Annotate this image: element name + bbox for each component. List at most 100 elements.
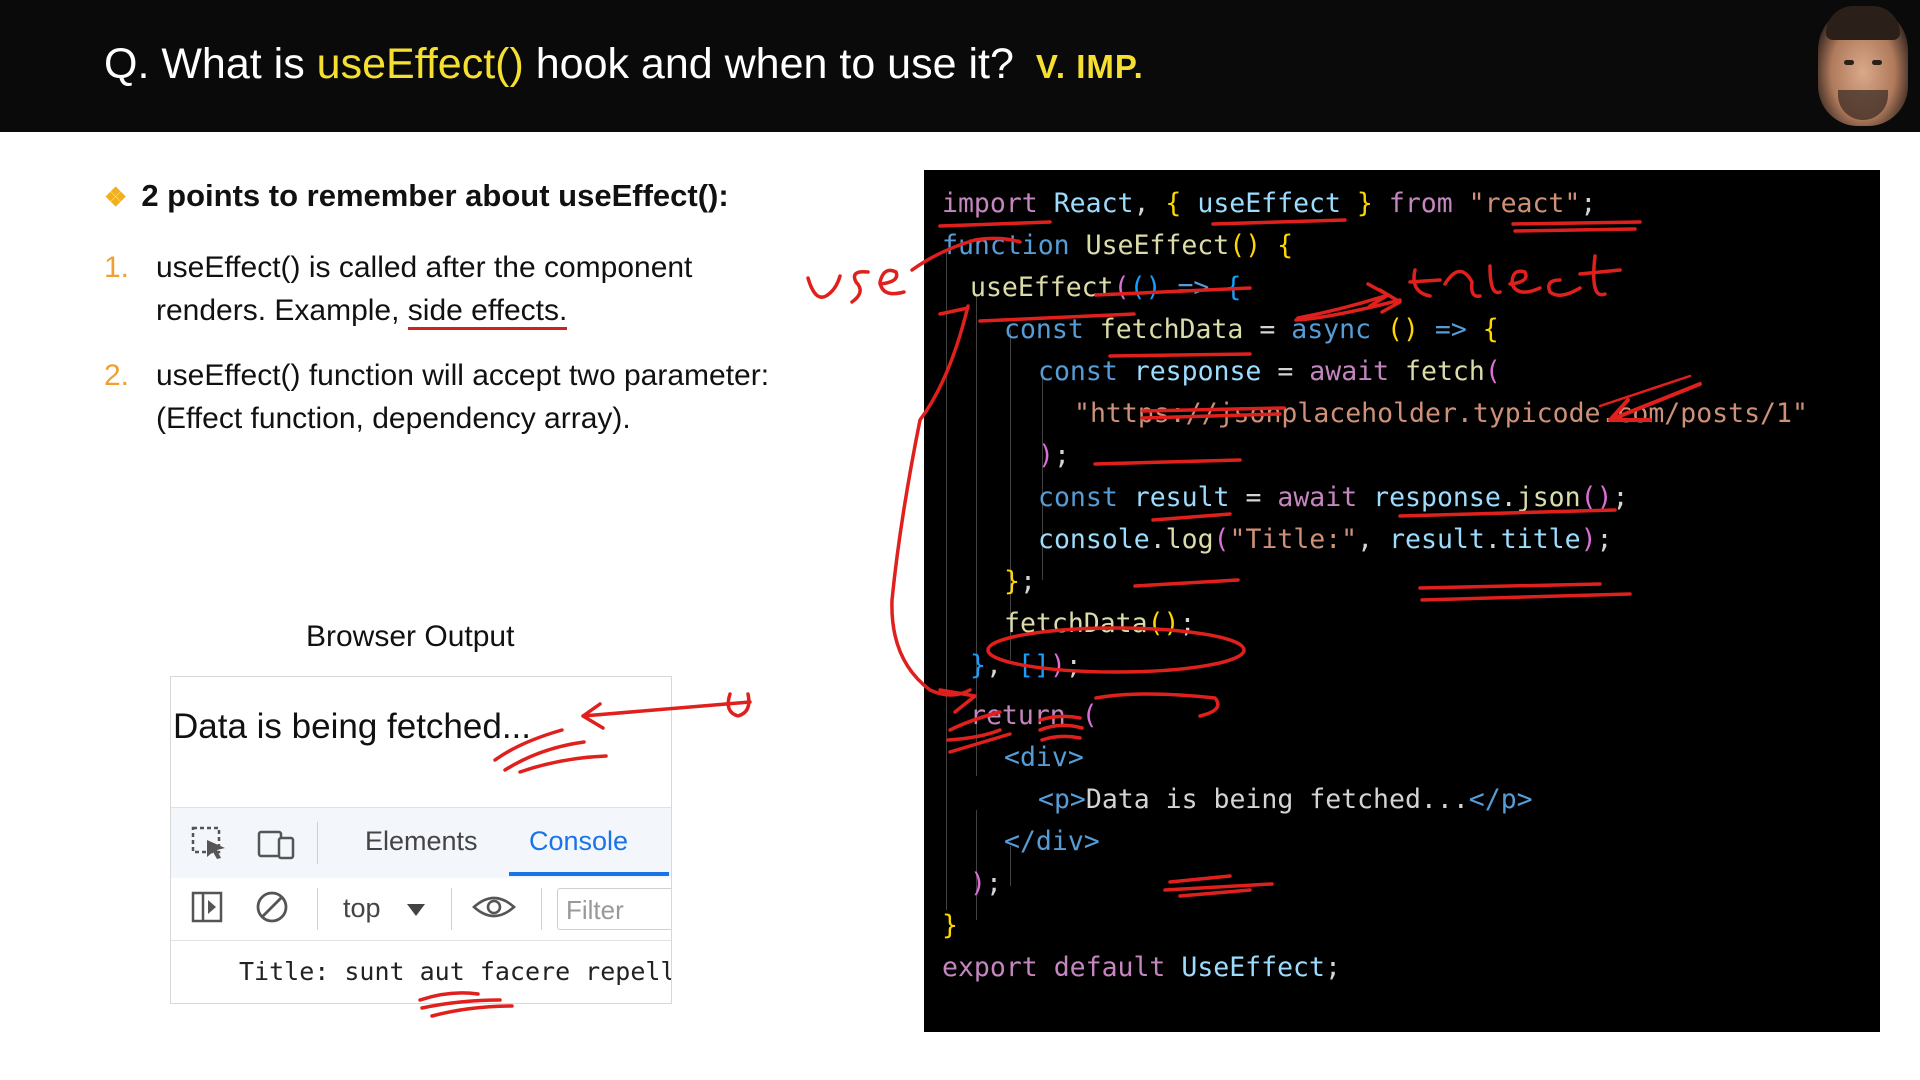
brace: { (1277, 230, 1294, 261)
point-text-underlined: side effects. (407, 294, 568, 330)
paren: ) (1038, 440, 1054, 471)
paren: ( (1213, 524, 1230, 555)
code-line-12: }, []); (970, 650, 1082, 681)
paren: ) (1049, 650, 1066, 681)
brace: } (1004, 566, 1020, 597)
punct: ; (1179, 608, 1196, 639)
console-toolbar: top Filter (171, 878, 671, 941)
rendered-page-text: Data is being fetched... (173, 707, 531, 746)
filter-input[interactable]: Filter (557, 888, 671, 930)
ident-response: response (1373, 482, 1501, 513)
fn-fetch: fetch (1405, 356, 1485, 387)
chevron-down-icon[interactable] (407, 904, 425, 916)
importance-badge: V. IMP. (1035, 48, 1144, 85)
code-line-3: useEffect(() => { (970, 272, 1241, 303)
indent-guide (976, 810, 977, 920)
inspect-element-icon[interactable] (191, 826, 229, 860)
parens: () (1580, 482, 1613, 513)
punct: , (1357, 524, 1374, 555)
punct: . (1149, 524, 1166, 555)
paren: ( (1081, 700, 1098, 731)
slide-title: Q. What is useEffect() hook and when to … (104, 40, 1144, 89)
browser-output-caption: Browser Output (306, 620, 515, 653)
arrow: => (1177, 272, 1210, 303)
active-tab-indicator (509, 872, 669, 876)
punct: ; (1019, 566, 1036, 597)
paren: ) (970, 868, 986, 899)
eye-icon[interactable] (471, 890, 517, 924)
diamond-bullet-icon: ❖ (104, 182, 128, 212)
code-line-17: ); (970, 868, 1002, 899)
title-prefix: Q. What is (104, 40, 317, 88)
slide-header: Q. What is useEffect() hook and when to … (0, 0, 1920, 132)
device-toggle-icon[interactable] (257, 826, 295, 860)
arrow: => (1434, 314, 1467, 345)
punct: ; (1324, 952, 1341, 983)
sidebar-toggle-icon[interactable] (189, 890, 227, 924)
kw-async: async (1291, 314, 1372, 345)
punct: ; (1612, 482, 1629, 513)
fn-log: log (1165, 524, 1214, 555)
code-editor-panel: import React, { useEffect } from "react"… (924, 170, 1880, 1032)
punct: , (1133, 188, 1150, 219)
kw-from: from (1388, 188, 1453, 219)
kw-function: function (942, 230, 1070, 261)
parens: () (1147, 608, 1180, 639)
op: = (1259, 314, 1276, 345)
brace: } (942, 910, 958, 941)
ident-useeffect: useEffect (1197, 188, 1341, 219)
code-line-8: const result = await response.json(); (1038, 482, 1628, 513)
browser-output-panel: Data is being fetched... Elements Consol… (170, 676, 672, 1004)
filter-placeholder: Filter (566, 895, 624, 925)
clear-console-icon[interactable] (253, 890, 291, 924)
point-item-2: 2. useEffect() function will accept two … (104, 354, 769, 484)
brace: } (970, 650, 986, 681)
point-number: 1. (104, 251, 130, 284)
ident-useeffect: UseEffect (1181, 952, 1325, 983)
punct: ; (1580, 188, 1597, 219)
indent-guide (946, 250, 947, 910)
string-url: "https://jsonplaceholder.typicode.com/po… (1074, 398, 1808, 429)
ident-react: React (1053, 188, 1134, 219)
punct: , (985, 650, 1002, 681)
brace: { (1225, 272, 1242, 303)
point-number: 2. (104, 359, 130, 392)
point-text: useEffect() is called after the componen… (156, 246, 796, 332)
point-text: useEffect() function will accept two par… (156, 359, 770, 435)
punct: ; (985, 868, 1002, 899)
op: = (1245, 482, 1262, 513)
code-line-4: const fetchData = async () => { (1004, 314, 1499, 345)
tab-console[interactable]: Console (529, 826, 628, 857)
paren: ( (1484, 356, 1501, 387)
kw-const: const (1038, 482, 1118, 513)
code-line-11: fetchData(); (1004, 608, 1195, 639)
code-line-6: "https://jsonplaceholder.typicode.com/po… (1074, 398, 1808, 429)
code-line-15: <p>Data is being fetched...</p> (1038, 784, 1533, 815)
title-suffix: hook and when to use it? (523, 40, 1014, 88)
tab-elements[interactable]: Elements (365, 826, 478, 857)
code-line-5: const response = await fetch( (1038, 356, 1501, 387)
points-heading: ❖ 2 points to remember about useEffect(): (104, 178, 729, 214)
string-title: "Title:" (1229, 524, 1358, 555)
code-line-2: function UseEffect() { (942, 230, 1293, 261)
console-log-line: Title: sunt aut facere repellat (239, 957, 672, 986)
context-selector[interactable]: top (343, 893, 381, 924)
punct: ; (1053, 440, 1070, 471)
kw-const: const (1004, 314, 1084, 345)
code-line-7: ); (1038, 440, 1070, 471)
kw-await: await (1277, 482, 1358, 513)
code-line-14: <div> (1004, 742, 1084, 773)
devtools-tabbar: Elements Console (171, 807, 671, 879)
point-item-1: 1. useEffect() is called after the compo… (104, 246, 764, 336)
code-line-18: } (942, 910, 958, 941)
ident-console: console (1038, 524, 1150, 555)
jsx-tag-p-close: </p> (1468, 784, 1533, 815)
kw-return: return (970, 700, 1066, 731)
op: = (1277, 356, 1294, 387)
kw-await: await (1309, 356, 1390, 387)
fn-call-fetchdata: fetchData (1004, 608, 1148, 639)
points-heading-text: 2 points to remember about useEffect(): (141, 178, 729, 213)
ident-title: title (1500, 524, 1581, 555)
kw-default: default (1053, 952, 1166, 983)
jsx-text: Data is being fetched... (1085, 784, 1469, 815)
